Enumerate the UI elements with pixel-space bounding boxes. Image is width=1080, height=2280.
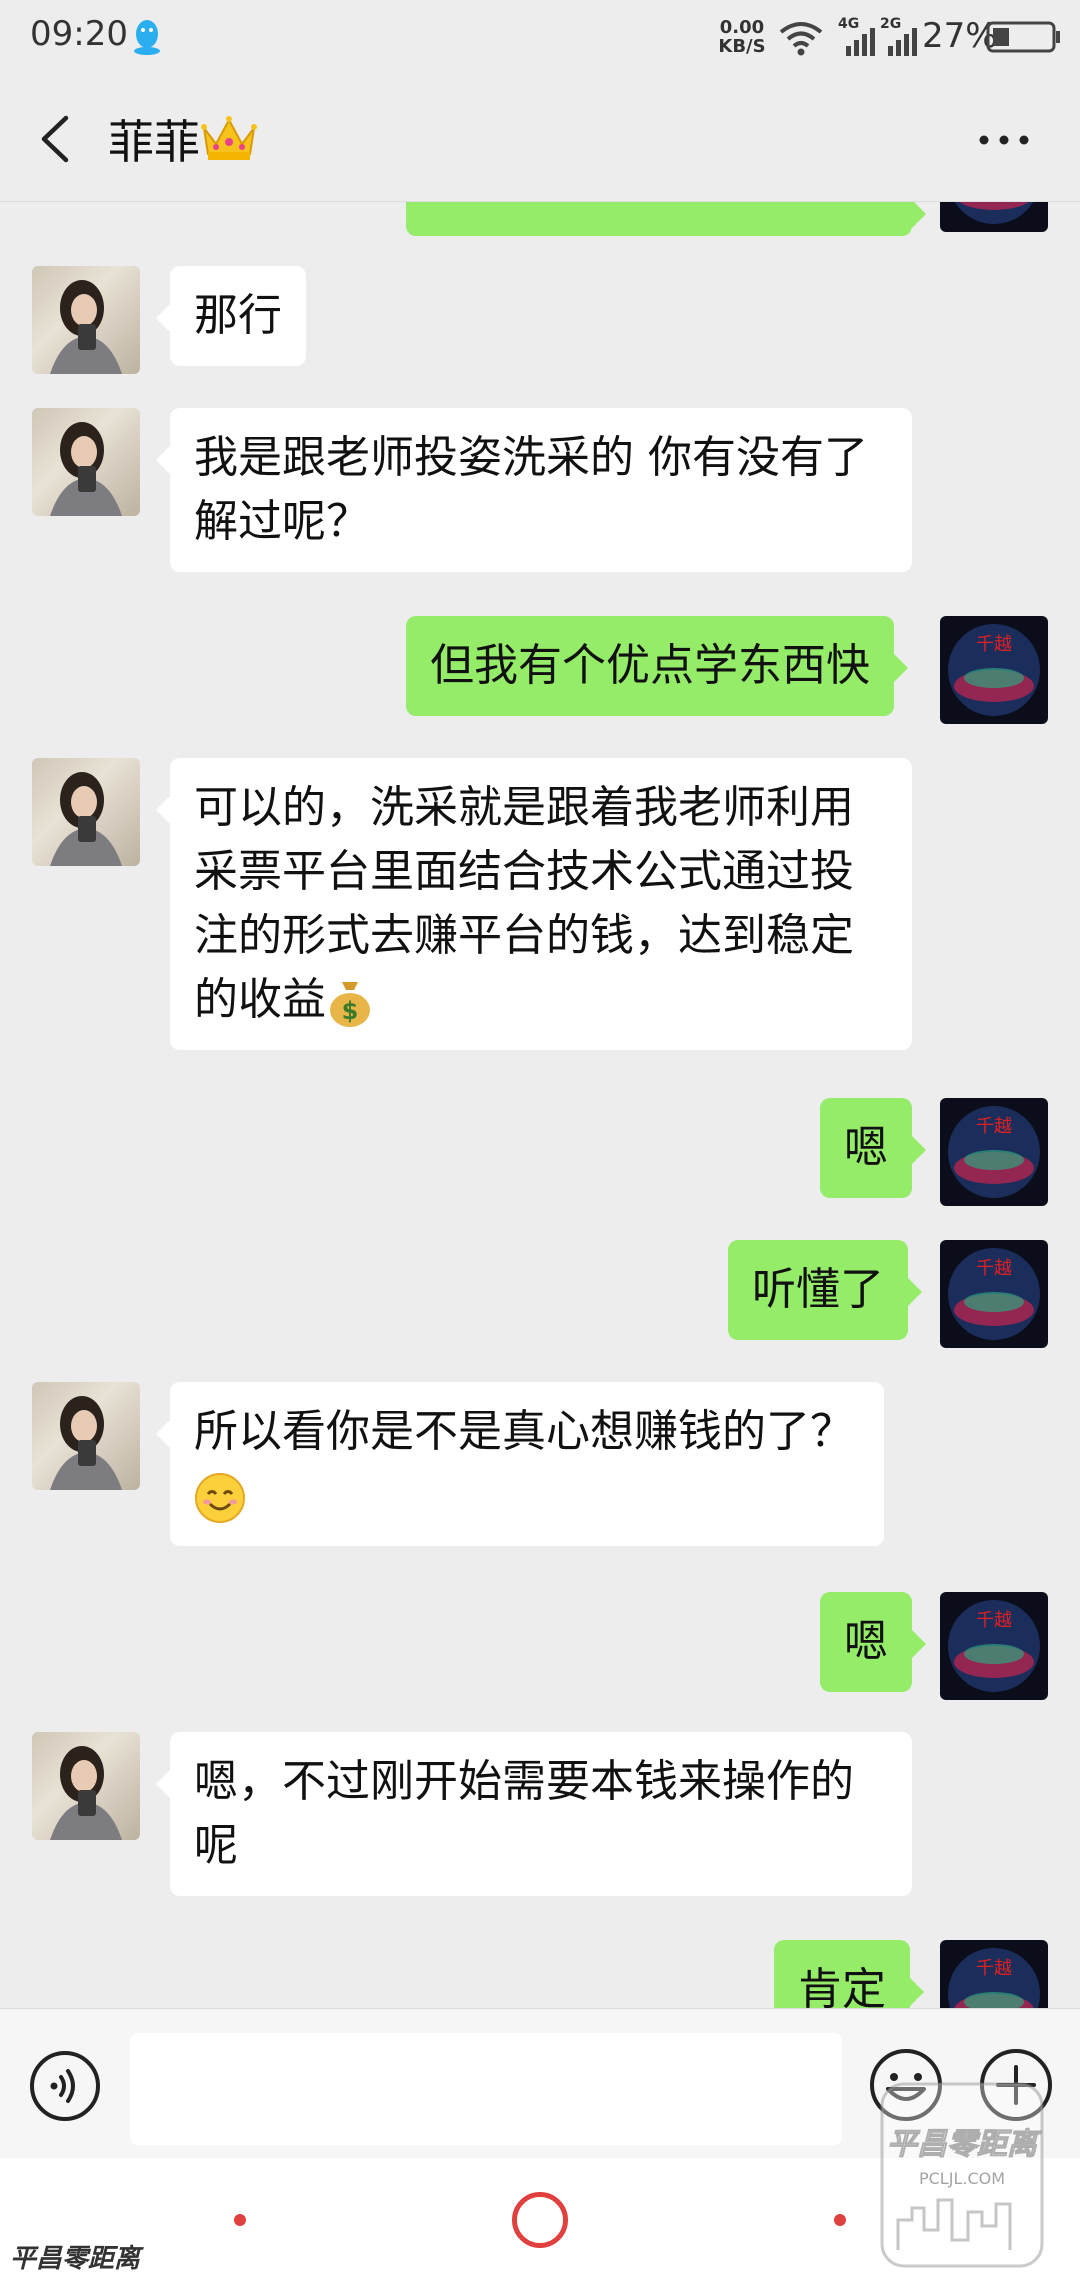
my-avatar[interactable] xyxy=(940,202,1048,232)
wifi-icon xyxy=(779,22,823,56)
voice-icon[interactable] xyxy=(28,2049,102,2123)
chat-message-list[interactable]: 那行 我是跟老师投姿洗采的 你有没有了解过呢？ 但我有个优点学东西快 千越 可以… xyxy=(0,202,1080,2008)
avatar-label: 千越 xyxy=(976,634,1012,655)
signal-icon: 2G xyxy=(880,16,918,58)
signal-icon: 4G xyxy=(838,16,876,58)
watermark-logo: 平昌零距离 PCLJL.COM xyxy=(878,2080,1046,2270)
message-bubble-in[interactable]: 嗯，不过刚开始需要本钱来操作的呢 xyxy=(156,1732,912,1896)
contact-avatar[interactable] xyxy=(32,1382,140,1490)
avatar-label: 千越 xyxy=(976,1958,1012,1979)
contact-avatar[interactable] xyxy=(32,408,140,516)
message-text: 可以的，洗采就是跟着我老师利用采票平台里面结合技术公式通过投注的形式去赚平台的钱… xyxy=(194,782,854,1025)
my-avatar[interactable]: 千越 xyxy=(940,1940,1048,2008)
message-bubble-in[interactable]: 我是跟老师投姿洗采的 你有没有了解过呢？ xyxy=(156,408,912,572)
battery-icon xyxy=(986,21,1060,53)
message-text: 嗯 xyxy=(844,1616,888,1667)
network-speed: 0.00 KB/S xyxy=(712,18,772,56)
message-text: 嗯，不过刚开始需要本钱来操作的呢 xyxy=(194,1756,854,1871)
avatar-label: 千越 xyxy=(976,1258,1012,1279)
message-text: 所以看你是不是真心想赚钱的了？ xyxy=(194,1406,854,1457)
avatar-label: 千越 xyxy=(976,1116,1012,1137)
message-bubble-in[interactable]: 那行 xyxy=(156,266,306,366)
status-time: 09:20 xyxy=(30,14,128,54)
chat-header: 菲菲 xyxy=(0,76,1080,202)
message-text: 听懂了 xyxy=(752,1264,884,1315)
nav-back-button[interactable] xyxy=(234,2214,246,2226)
back-arrow-icon[interactable] xyxy=(36,112,72,166)
network-speed-value: 0.00 xyxy=(719,17,765,38)
message-text: 肯定 xyxy=(798,1964,886,2008)
network-speed-unit: KB/S xyxy=(718,36,766,57)
watermark-url: PCLJL.COM xyxy=(919,2169,1005,2188)
message-text: 那行 xyxy=(194,290,282,341)
contact-avatar[interactable] xyxy=(32,1732,140,1840)
watermark-brand: 平昌零距离 xyxy=(887,2127,1042,2162)
chat-title: 菲菲 xyxy=(108,115,200,169)
my-avatar[interactable]: 千越 xyxy=(940,1098,1048,1206)
message-text: 但我有个优点学东西快 xyxy=(430,640,870,691)
message-bubble-in[interactable]: 所以看你是不是真心想赚钱的了？ xyxy=(156,1382,884,1546)
nav-home-button[interactable] xyxy=(512,2192,568,2248)
message-bubble-out[interactable] xyxy=(406,202,926,236)
message-text: 嗯 xyxy=(844,1122,888,1173)
crown-icon xyxy=(201,116,257,160)
message-bubble-out[interactable]: 听懂了 xyxy=(728,1240,922,1340)
message-bubble-out[interactable]: 嗯 xyxy=(820,1098,926,1198)
avatar-label: 千越 xyxy=(976,1610,1012,1631)
my-avatar[interactable]: 千越 xyxy=(940,616,1048,724)
message-bubble-in[interactable]: 可以的，洗采就是跟着我老师利用采票平台里面结合技术公式通过投注的形式去赚平台的钱… xyxy=(156,758,912,1050)
message-text: 我是跟老师投姿洗采的 你有没有了解过呢？ xyxy=(194,432,868,547)
money-bag-emoji: $ xyxy=(330,982,370,1027)
message-bubble-out[interactable]: 嗯 xyxy=(820,1592,926,1692)
smiling-face-emoji xyxy=(195,1473,245,1523)
watermark-text: 平昌零距离 xyxy=(10,2244,141,2274)
qq-penguin-icon xyxy=(134,20,160,55)
message-input[interactable] xyxy=(130,2033,842,2145)
svg-text:$: $ xyxy=(342,997,359,1025)
my-avatar[interactable]: 千越 xyxy=(940,1592,1048,1700)
nav-recent-button[interactable] xyxy=(834,2214,846,2226)
contact-avatar[interactable] xyxy=(32,758,140,866)
contact-avatar[interactable] xyxy=(32,266,140,374)
more-dots-icon[interactable] xyxy=(978,134,1030,146)
status-bar: 09:20 0.00 KB/S 4G 2G 27% xyxy=(0,0,1080,76)
message-bubble-out[interactable]: 肯定 xyxy=(774,1940,924,2008)
message-bubble-out[interactable]: 但我有个优点学东西快 xyxy=(406,616,908,716)
my-avatar[interactable]: 千越 xyxy=(940,1240,1048,1348)
